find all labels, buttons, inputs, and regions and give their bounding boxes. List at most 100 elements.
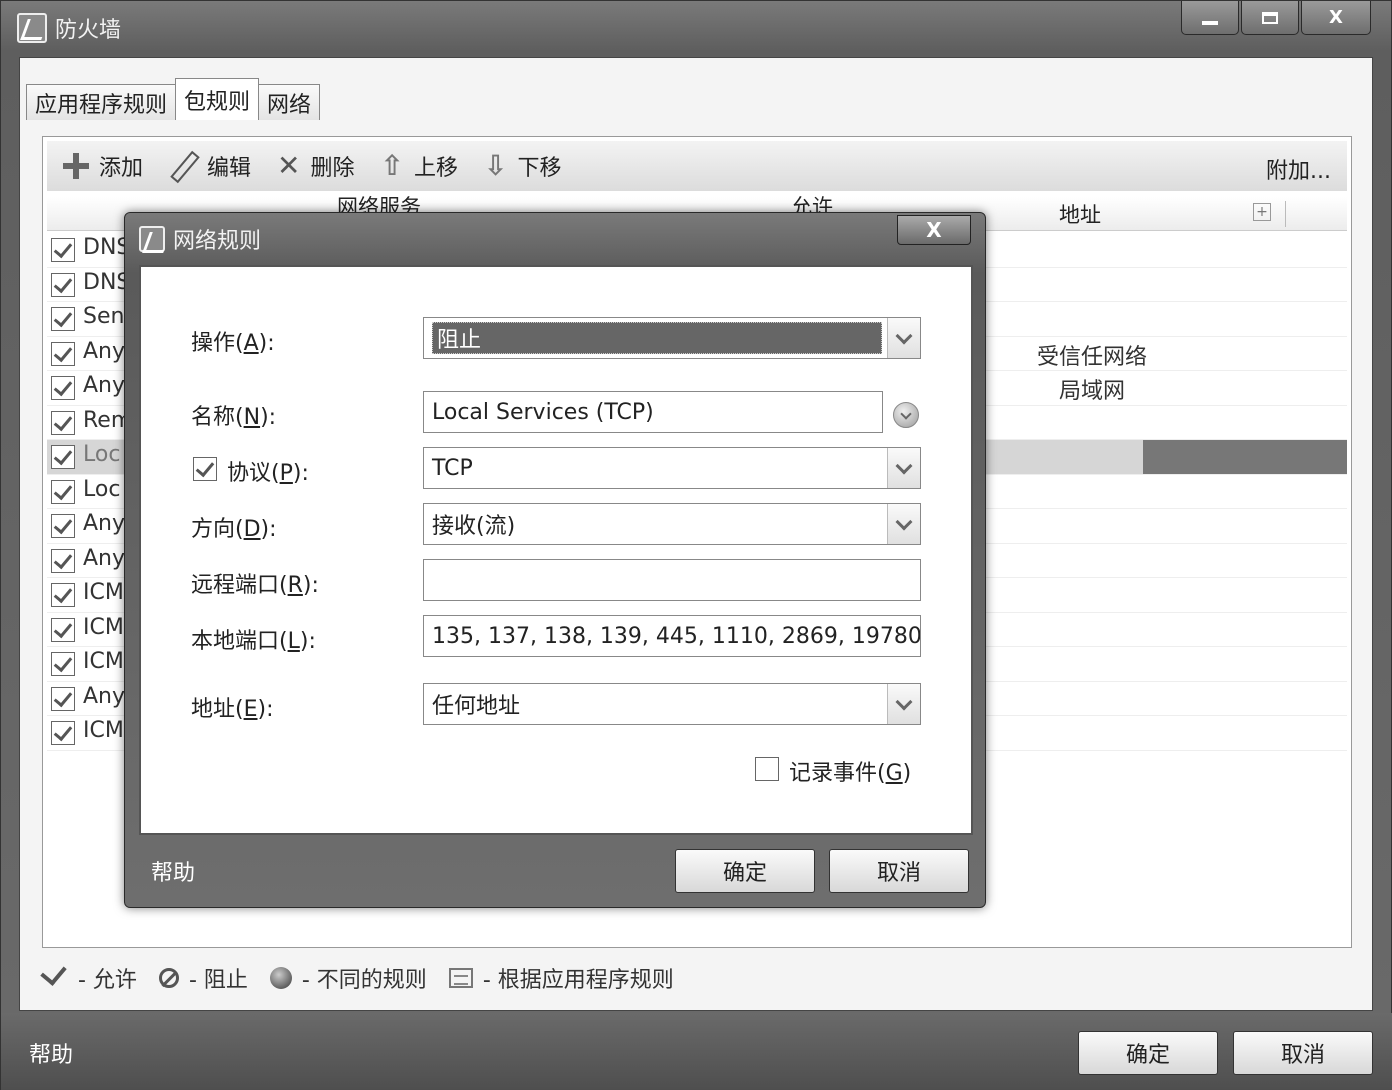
direction-label: 方向(D): [191, 511, 277, 543]
direction-label-suffix: ): [260, 517, 277, 542]
maximize-icon [1262, 11, 1278, 24]
delete-label: 删除 [310, 156, 355, 181]
log-events-label-text: 记录事件( [789, 761, 886, 786]
remote-port-label-suffix: ): [302, 573, 319, 598]
rule-enabled-checkbox[interactable] [51, 652, 75, 676]
address-label-text: 地址( [191, 697, 244, 722]
name-field[interactable]: Local Services (TCP) [423, 391, 883, 433]
legend-allow: - 允许 [78, 968, 137, 993]
tab-network[interactable]: 网络 [258, 84, 321, 120]
rule-enabled-checkbox[interactable] [51, 410, 75, 435]
address-accesskey: E [243, 697, 258, 722]
remote-port-label-text: 远程端口( [191, 573, 288, 598]
expand-column-icon[interactable]: + [1253, 203, 1271, 221]
rule-name: ICM [83, 614, 124, 640]
dialog-help-link[interactable]: 帮助 [151, 855, 195, 887]
close-button[interactable]: X [1301, 1, 1371, 35]
delete-x-icon: ✕ [277, 149, 301, 182]
delete-button[interactable]: ✕ 删除 [277, 150, 354, 182]
protocol-checkbox[interactable] [193, 457, 217, 481]
rule-enabled-checkbox[interactable] [51, 272, 75, 297]
direction-selected-value: 接收(流) [432, 514, 516, 539]
legend-app-rule: - 根据应用程序规则 [482, 968, 674, 993]
rule-address: 受信任网络 [1037, 344, 1148, 370]
protocol-label: 协议(P): [227, 455, 309, 487]
rule-enabled-checkbox[interactable] [51, 341, 75, 366]
rule-enabled-checkbox[interactable] [51, 445, 75, 469]
rule-enabled-checkbox[interactable] [51, 307, 75, 331]
rule-enabled-checkbox[interactable] [51, 238, 75, 262]
action-select[interactable]: 阻止 [423, 317, 921, 359]
protocol-label-text: 协议( [227, 461, 280, 486]
minimize-icon [1202, 20, 1218, 25]
network-rule-dialog: 网络规则 X 操作(A): 阻止 名称(N): Local Services (… [124, 212, 986, 908]
local-port-label-suffix: ): [299, 629, 316, 654]
dialog-close-button[interactable]: X [897, 215, 971, 245]
action-selected-value: 阻止 [432, 322, 882, 354]
protocol-label-suffix: ): [292, 461, 309, 486]
protocol-select[interactable]: TCP [423, 447, 921, 489]
remote-port-accesskey: R [287, 573, 303, 598]
different-rule-icon [269, 967, 292, 989]
rule-name: Loc [83, 476, 121, 502]
dialog-cancel-button[interactable]: 取消 [829, 849, 969, 893]
rule-name: Loc [83, 442, 121, 467]
direction-accesskey: D [243, 517, 261, 542]
allow-check-icon [40, 958, 67, 986]
remote-port-field[interactable] [423, 559, 921, 601]
address-select[interactable]: 任何地址 [423, 683, 921, 725]
tab-app-rules[interactable]: 应用程序规则 [26, 84, 177, 120]
rule-enabled-checkbox[interactable] [51, 514, 75, 538]
log-events-accesskey: G [885, 761, 903, 786]
app-rule-icon [448, 968, 473, 988]
rule-enabled-checkbox[interactable] [51, 721, 75, 745]
rule-name: Any [83, 511, 126, 536]
column-header-address[interactable]: 地址 [1059, 199, 1101, 229]
legend-different: - 不同的规则 [301, 968, 427, 993]
maximize-button[interactable] [1241, 1, 1299, 35]
more-button[interactable]: 附加... [1266, 153, 1331, 185]
window-title: 防火墙 [55, 18, 122, 43]
name-label-suffix: ): [260, 405, 277, 430]
log-events-label-suffix: ) [902, 761, 912, 786]
log-events-checkbox[interactable] [755, 757, 779, 781]
rule-enabled-checkbox[interactable] [51, 583, 75, 607]
rule-enabled-checkbox[interactable] [51, 548, 75, 573]
remote-port-label: 远程端口(R): [191, 567, 319, 599]
edit-button[interactable]: 编辑 [169, 150, 251, 182]
name-options-icon[interactable] [893, 402, 919, 428]
rule-enabled-checkbox[interactable] [51, 617, 75, 642]
move-down-button[interactable]: ⇩ 下移 [484, 150, 561, 182]
add-button[interactable]: 添加 [63, 150, 143, 182]
bottom-bar: 帮助 确定 取消 [1, 1013, 1392, 1090]
dialog-ok-button[interactable]: 确定 [675, 849, 815, 893]
minimize-button[interactable] [1181, 1, 1239, 35]
chevron-down-icon [895, 693, 913, 711]
ok-button[interactable]: 确定 [1078, 1031, 1218, 1075]
rule-enabled-checkbox[interactable] [51, 376, 75, 400]
rule-name: ICM [83, 718, 124, 743]
rule-enabled-checkbox[interactable] [51, 479, 75, 504]
local-port-label-text: 本地端口( [191, 629, 288, 654]
chevron-down-icon [895, 457, 913, 475]
block-icon [158, 968, 179, 988]
address-selected-value: 任何地址 [432, 694, 521, 719]
rule-address: 局域网 [1059, 379, 1126, 404]
plus-icon [63, 153, 89, 179]
direction-select[interactable]: 接收(流) [423, 503, 921, 545]
cancel-button[interactable]: 取消 [1233, 1031, 1373, 1075]
move-up-button[interactable]: ⇧ 上移 [381, 150, 458, 182]
local-port-field[interactable]: 135, 137, 138, 139, 445, 1110, 2869, 197… [423, 615, 921, 657]
move-up-label: 上移 [413, 156, 458, 181]
tab-packet-rules[interactable]: 包规则 [175, 78, 260, 120]
address-label-suffix: ): [257, 697, 274, 722]
arrow-down-icon: ⇩ [484, 149, 508, 182]
help-link[interactable]: 帮助 [29, 1037, 73, 1069]
protocol-selected-value: TCP [432, 455, 473, 481]
action-label-suffix: ): [258, 331, 275, 356]
window-titlebar: 防火墙 [17, 11, 121, 45]
column-separator[interactable] [1285, 201, 1286, 227]
edit-label: 编辑 [207, 156, 252, 181]
rule-enabled-checkbox[interactable] [51, 686, 75, 711]
pencil-icon [169, 152, 197, 180]
